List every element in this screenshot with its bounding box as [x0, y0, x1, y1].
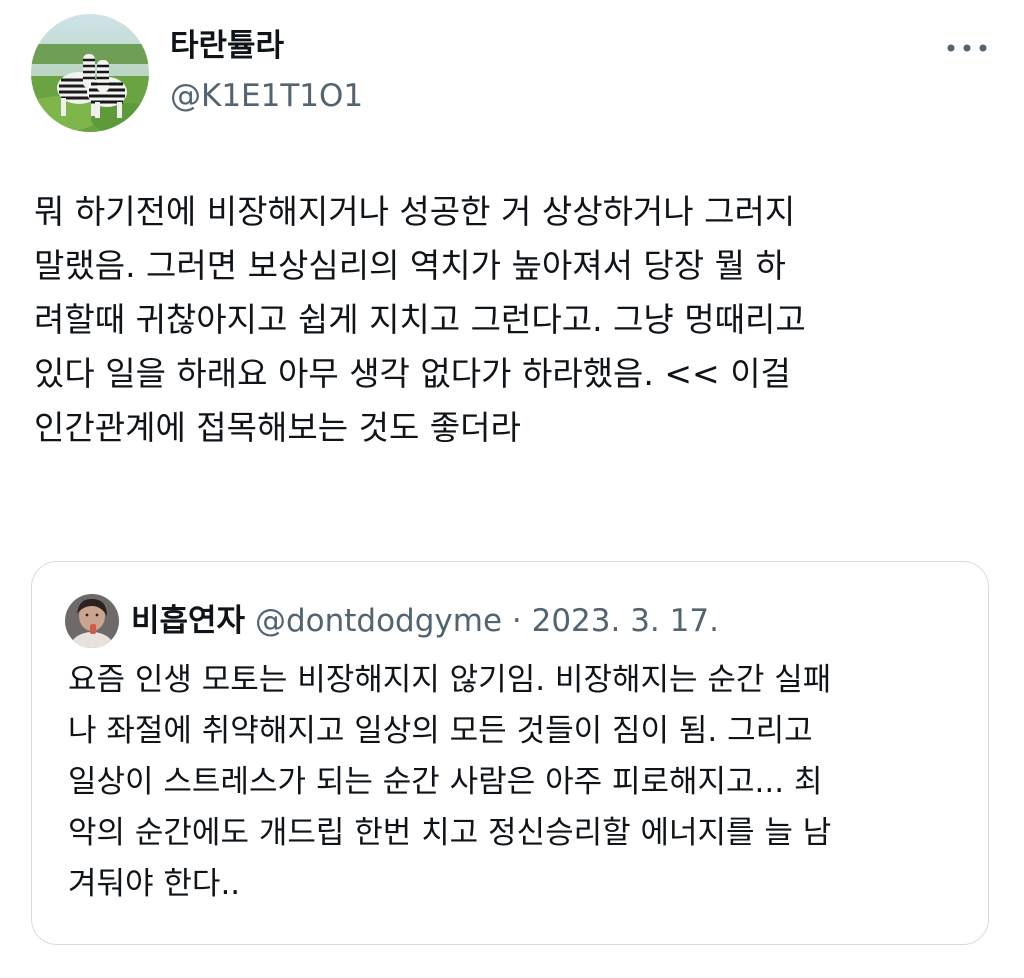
author-display-name[interactable]: 타란튤라: [170, 26, 284, 66]
tweet-text: 뭐 하기전에 비장해지거나 성공한 거 상상하거나 그러지 말랬음. 그러면 보…: [34, 192, 806, 447]
header-separator: ·: [511, 603, 522, 639]
person-photo-avatar-icon: [65, 594, 119, 648]
author-avatar[interactable]: [31, 14, 149, 132]
more-horizontal-icon[interactable]: [944, 40, 990, 54]
quoted-author-avatar[interactable]: [65, 594, 119, 648]
quoted-tweet-header: 비흡연자 @dontdodgyme · 2023. 3. 17.: [131, 601, 719, 641]
zebra-photo-avatar-icon: [31, 14, 149, 132]
quoted-tweet[interactable]: 비흡연자 @dontdodgyme · 2023. 3. 17. 요즘 인생 모…: [31, 561, 989, 945]
quoted-author-handle[interactable]: @dontdodgyme: [255, 603, 502, 639]
quoted-tweet-date[interactable]: 2023. 3. 17.: [532, 603, 719, 639]
quoted-author-display-name[interactable]: 비흡연자: [131, 603, 245, 639]
author-handle[interactable]: @K1E1T1O1: [170, 76, 363, 116]
tweet: 타란튤라 @K1E1T1O1 뭐 하기전에 비장해지거나 성공한 거 상상하거나…: [0, 0, 1024, 978]
quoted-tweet-text: 요즘 인생 모토는 비장해지지 않기임. 비장해지는 순간 실패 나 좌절에 취…: [68, 662, 832, 902]
